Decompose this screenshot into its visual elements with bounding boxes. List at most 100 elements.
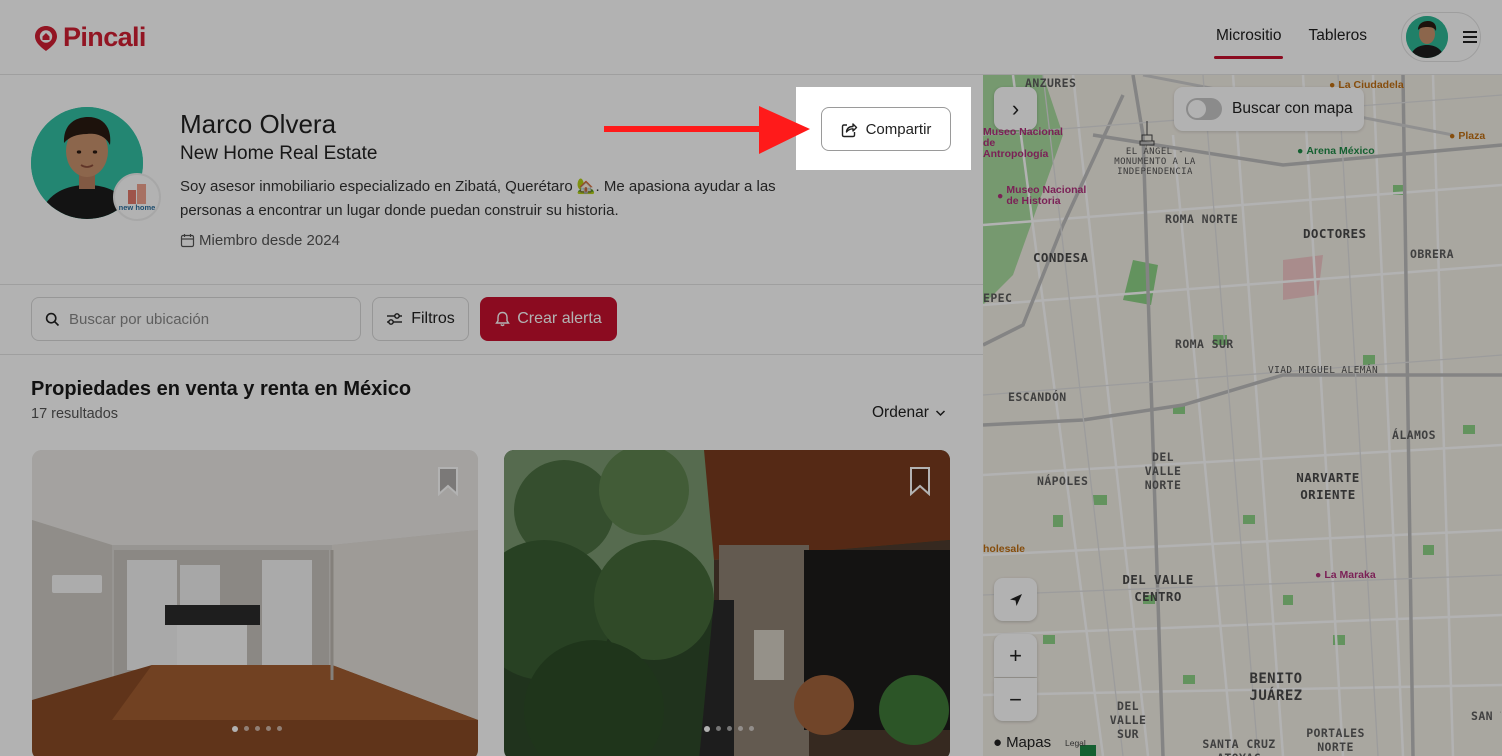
carousel-dot[interactable] bbox=[716, 726, 721, 731]
carousel-dot[interactable] bbox=[277, 726, 282, 731]
nav-tableros[interactable]: Tableros bbox=[1308, 27, 1367, 45]
map-label-narvarte: NARVARTE ORIENTE bbox=[1296, 470, 1360, 502]
map-label-doctores: DOCTORES bbox=[1303, 226, 1367, 241]
member-since: Miembro desde 2024 bbox=[180, 232, 340, 249]
zoom-in-button[interactable]: + bbox=[994, 634, 1037, 677]
carousel-dot[interactable] bbox=[255, 726, 260, 731]
plus-icon: + bbox=[1009, 642, 1022, 668]
share-icon bbox=[841, 122, 857, 137]
chevron-down-icon bbox=[935, 410, 945, 417]
agent-name: Marco Olvera bbox=[180, 109, 337, 139]
carousel-dot[interactable] bbox=[738, 726, 743, 731]
map-attribution: ● Mapas bbox=[993, 734, 1052, 751]
poi-pin-icon: ● bbox=[1449, 130, 1456, 142]
map-legal-link[interactable]: Legal bbox=[1065, 738, 1086, 748]
filters-label: Filtros bbox=[411, 310, 455, 327]
photo-carousel-dots[interactable] bbox=[232, 725, 282, 732]
carousel-dot[interactable] bbox=[704, 725, 710, 732]
carousel-dot[interactable] bbox=[727, 726, 732, 731]
map-label-del-valle-sur: DEL VALLE SUR bbox=[1109, 699, 1147, 741]
user-avatar bbox=[1406, 16, 1448, 58]
map-label-portales: PORTALES NORTE bbox=[1306, 726, 1365, 754]
map-label-del-valle-norte: DEL VALLE NORTE bbox=[1144, 450, 1182, 492]
poi-arena-mexico[interactable]: ● Arena México bbox=[1297, 146, 1375, 157]
poi-la-maraka[interactable]: ● La Maraka bbox=[1315, 570, 1376, 581]
results-title: Propiedades en venta y renta en México bbox=[31, 378, 412, 400]
agency-logo-badge: new home bbox=[113, 173, 161, 221]
property-card[interactable] bbox=[504, 450, 950, 756]
map-background bbox=[983, 75, 1502, 756]
agent-company: New Home Real Estate bbox=[180, 143, 378, 164]
poi-wholesale[interactable]: holesale bbox=[983, 544, 1025, 555]
photo-carousel-dots[interactable] bbox=[704, 725, 754, 732]
poi-museo-antropologia[interactable]: Museo Nacional de Antropología bbox=[983, 127, 1063, 160]
search-icon bbox=[45, 312, 60, 326]
poi-la-ciudadela[interactable]: ● La Ciudadela bbox=[1329, 80, 1404, 91]
red-arrow-annotation bbox=[604, 106, 810, 154]
carousel-dot[interactable] bbox=[232, 725, 238, 732]
poi-museo-historia[interactable]: ● Museo Nacional de Historia bbox=[997, 185, 1097, 207]
property-photo-kitchen bbox=[32, 450, 478, 756]
map-panel[interactable]: › Buscar con mapa ANZURES EL ÁNGEL - MON… bbox=[983, 75, 1502, 756]
user-menu-button[interactable] bbox=[1401, 12, 1481, 62]
map-label-epec: EPEC bbox=[983, 291, 1013, 305]
minus-icon: − bbox=[1009, 686, 1022, 712]
page: Pincali Micrositio Tableros new home Mar… bbox=[0, 0, 1502, 756]
agency-logo-icon bbox=[128, 184, 146, 205]
pincali-logo[interactable]: Pincali bbox=[32, 22, 146, 53]
results-count: 17 resultados bbox=[31, 406, 119, 422]
location-search-input[interactable]: Buscar por ubicación bbox=[31, 297, 361, 341]
create-alert-label: Crear alerta bbox=[517, 310, 602, 327]
search-with-map-label: Buscar con mapa bbox=[1232, 100, 1353, 117]
map-label-alamos: ÁLAMOS bbox=[1392, 428, 1436, 442]
apple-icon: ● bbox=[993, 734, 1003, 751]
carousel-dot[interactable] bbox=[266, 726, 271, 731]
search-with-map-toggle[interactable]: Buscar con mapa bbox=[1174, 87, 1364, 131]
map-label-roma-norte: ROMA NORTE bbox=[1165, 212, 1239, 226]
sliders-icon bbox=[387, 313, 403, 325]
nav-micrositio[interactable]: Micrositio bbox=[1213, 27, 1284, 59]
carousel-dot[interactable] bbox=[244, 726, 249, 731]
bookmark-icon[interactable] bbox=[436, 466, 460, 496]
carousel-dot[interactable] bbox=[749, 726, 754, 731]
filters-button[interactable]: Filtros bbox=[372, 297, 469, 341]
sort-dropdown[interactable]: Ordenar bbox=[872, 404, 946, 422]
map-label-benito-juarez: BENITO JUÁREZ bbox=[1249, 671, 1303, 704]
poi-pin-icon: ● bbox=[997, 189, 1004, 202]
calendar-icon bbox=[180, 234, 195, 248]
bookmark-icon[interactable] bbox=[908, 466, 932, 496]
map-label-san-te: SAN TE bbox=[1471, 709, 1501, 723]
agency-logo-text: new home bbox=[118, 203, 156, 213]
locate-me-button[interactable] bbox=[994, 578, 1037, 621]
property-card[interactable] bbox=[32, 450, 478, 756]
create-alert-button[interactable]: Crear alerta bbox=[480, 297, 617, 341]
map-label-santa-cruz: SANTA CRUZ ATOYAC bbox=[1202, 737, 1276, 756]
map-label-viaducto: VIAD MIGUEL ALEMÁN bbox=[1268, 365, 1379, 376]
hamburger-icon bbox=[1463, 31, 1477, 43]
map-label-del-valle-centro: DEL VALLE CENTRO bbox=[1122, 572, 1194, 604]
top-header: Pincali Micrositio Tableros bbox=[0, 0, 1502, 75]
map-label-anzures: ANZURES bbox=[1025, 76, 1077, 90]
search-placeholder: Buscar por ubicación bbox=[69, 310, 210, 328]
chevron-right-icon: › bbox=[1011, 95, 1020, 121]
search-bar: Buscar por ubicación Filtros Crear alert… bbox=[0, 285, 983, 355]
listing-column: new home Marco Olvera New Home Real Esta… bbox=[0, 75, 983, 756]
member-since-text: Miembro desde 2024 bbox=[199, 232, 340, 249]
collapse-map-button[interactable]: › bbox=[994, 87, 1037, 130]
poi-plaza[interactable]: ● Plaza bbox=[1449, 131, 1485, 142]
map-label-condesa: CONDESA bbox=[1033, 250, 1089, 265]
map-label-angel: EL ÁNGEL - MONUMENTO A LA INDEPENDENCIA bbox=[1114, 147, 1196, 177]
poi-pin-icon: ● bbox=[1329, 79, 1336, 91]
share-button[interactable]: Compartir bbox=[821, 107, 951, 151]
property-photo-balcony bbox=[504, 450, 950, 756]
share-label: Compartir bbox=[865, 120, 932, 138]
toggle-switch[interactable] bbox=[1186, 98, 1222, 120]
logo-text: Pincali bbox=[63, 22, 146, 52]
poi-pin-icon: ● bbox=[1297, 145, 1304, 157]
poi-pin-icon: ● bbox=[1315, 569, 1322, 581]
agent-bio: Soy asesor inmobiliario especializado en… bbox=[180, 178, 776, 219]
zoom-out-button[interactable]: − bbox=[994, 678, 1037, 721]
location-arrow-icon bbox=[1009, 593, 1022, 606]
map-label-roma-sur: ROMA SUR bbox=[1175, 337, 1234, 351]
map-label-obrera: OBRERA bbox=[1410, 247, 1454, 261]
